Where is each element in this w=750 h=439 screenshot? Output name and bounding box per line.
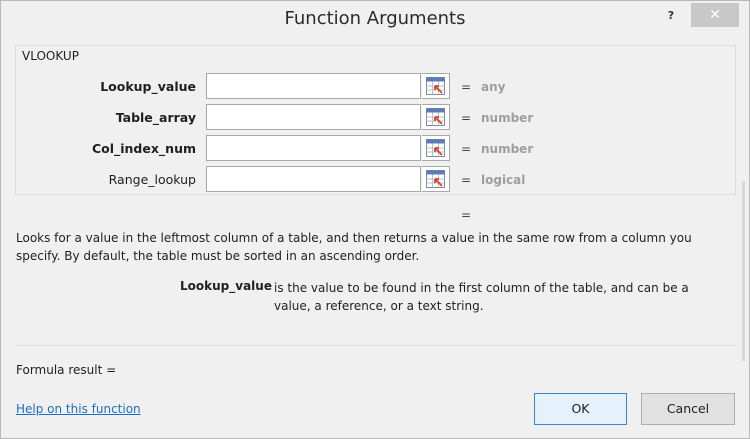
- dialog-title: Function Arguments: [284, 8, 466, 29]
- cancel-button[interactable]: Cancel: [641, 393, 735, 425]
- type-hint-table-array: number: [481, 111, 534, 125]
- title-bar: Function Arguments ? ✕: [1, 1, 749, 39]
- formula-result-label: Formula result =: [16, 363, 117, 377]
- argument-help-name: Lookup_value: [180, 279, 272, 293]
- range-selector-icon: [426, 170, 445, 188]
- equals-sign: =: [461, 173, 472, 187]
- arg-label-range-lookup: Range_lookup: [108, 172, 196, 187]
- close-icon[interactable]: ✕: [691, 3, 739, 27]
- arg-label-col-index-num: Col_index_num: [91, 141, 196, 156]
- range-selector-icon: [426, 108, 445, 126]
- divider: [15, 345, 736, 346]
- range-selector-icon: [426, 139, 445, 157]
- equals-sign: =: [461, 80, 472, 94]
- help-on-function-link[interactable]: Help on this function: [16, 402, 141, 416]
- range-selector-button-table-array[interactable]: [422, 104, 450, 130]
- type-hint-range-lookup: logical: [481, 173, 526, 187]
- function-description: Looks for a value in the leftmost column…: [16, 231, 692, 263]
- range-lookup-input[interactable]: [206, 166, 421, 192]
- argument-help-text: is the value to be found in the first co…: [274, 281, 689, 313]
- type-hint-col-index-num: number: [481, 142, 534, 156]
- lookup-value-input[interactable]: [206, 73, 421, 99]
- arg-label-table-array: Table_array: [115, 110, 196, 125]
- range-selector-icon: [426, 77, 445, 95]
- help-icon[interactable]: ?: [653, 3, 689, 29]
- type-hint-lookup-value: any: [481, 80, 506, 94]
- ok-button[interactable]: OK: [534, 393, 627, 425]
- equals-sign: =: [461, 142, 472, 156]
- range-selector-button-lookup-value[interactable]: [422, 73, 450, 99]
- table-array-input[interactable]: [206, 104, 421, 130]
- col-index-num-input[interactable]: [206, 135, 421, 161]
- range-selector-button-col-index-num[interactable]: [422, 135, 450, 161]
- scrollbar[interactable]: [742, 181, 745, 361]
- arg-label-lookup-value: Lookup_value: [100, 79, 196, 94]
- equals-sign: =: [461, 111, 472, 125]
- result-preview: =: [461, 208, 472, 222]
- function-arguments-dialog: Function Arguments ? ✕ VLOOKUP Lookup_va…: [0, 0, 750, 439]
- range-selector-button-range-lookup[interactable]: [422, 166, 450, 192]
- function-name: VLOOKUP: [22, 49, 79, 63]
